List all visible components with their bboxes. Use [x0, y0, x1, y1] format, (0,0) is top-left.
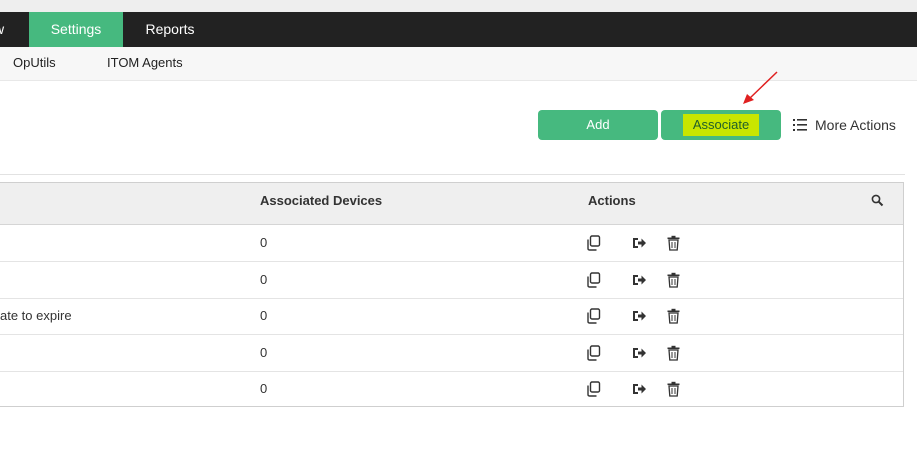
column-header-actions: Actions	[588, 193, 636, 208]
table-row: 0	[0, 335, 903, 372]
table-header: Associated Devices Actions	[0, 183, 903, 225]
row-associated-devices: 0	[260, 271, 268, 287]
trash-icon[interactable]	[666, 308, 681, 324]
subnav-item-itom-agents[interactable]: ITOM Agents	[107, 47, 183, 80]
move-icon[interactable]	[632, 308, 647, 324]
browser-top-strip	[0, 0, 917, 12]
search-icon[interactable]	[871, 194, 884, 207]
tab-partial[interactable]: w	[0, 12, 14, 47]
section-divider	[0, 174, 905, 175]
copy-icon[interactable]	[586, 235, 601, 251]
copy-icon[interactable]	[586, 381, 601, 398]
move-icon[interactable]	[632, 272, 647, 288]
move-icon[interactable]	[632, 235, 647, 251]
trash-icon[interactable]	[666, 272, 681, 288]
more-actions-menu[interactable]: More Actions	[793, 113, 896, 137]
copy-icon[interactable]	[586, 345, 601, 361]
associate-button[interactable]: Associate	[661, 110, 781, 140]
add-button[interactable]: Add	[538, 110, 658, 140]
table-row: 0	[0, 225, 903, 262]
tab-reports[interactable]: Reports	[123, 12, 217, 47]
trash-icon[interactable]	[666, 381, 681, 398]
associate-label: Associate	[682, 113, 760, 136]
main-nav: w Settings Reports	[0, 12, 917, 47]
table-row: 0	[0, 262, 903, 299]
copy-icon[interactable]	[586, 308, 601, 324]
row-associated-devices: 0	[260, 235, 268, 250]
annotation-arrow	[743, 71, 778, 104]
more-actions-label: More Actions	[815, 117, 896, 133]
row-associated-devices: 0	[260, 344, 268, 360]
trash-icon[interactable]	[666, 235, 681, 251]
subnav-item-oputils[interactable]: OpUtils	[13, 47, 56, 80]
column-header-associated-devices[interactable]: Associated Devices	[260, 183, 382, 224]
move-icon[interactable]	[632, 381, 647, 397]
list-icon	[793, 118, 807, 131]
row-associated-devices: 0	[260, 308, 268, 324]
row-name: ate to expire	[0, 308, 72, 324]
table-row: 0	[0, 371, 903, 408]
data-table: Associated Devices Actions 0 0 ate to expi…	[0, 182, 904, 407]
copy-icon[interactable]	[586, 271, 601, 288]
row-associated-devices: 0	[260, 381, 268, 397]
move-icon[interactable]	[632, 345, 647, 361]
trash-icon[interactable]	[666, 345, 681, 361]
table-row: ate to expire 0	[0, 298, 903, 336]
tab-settings[interactable]: Settings	[29, 12, 123, 47]
